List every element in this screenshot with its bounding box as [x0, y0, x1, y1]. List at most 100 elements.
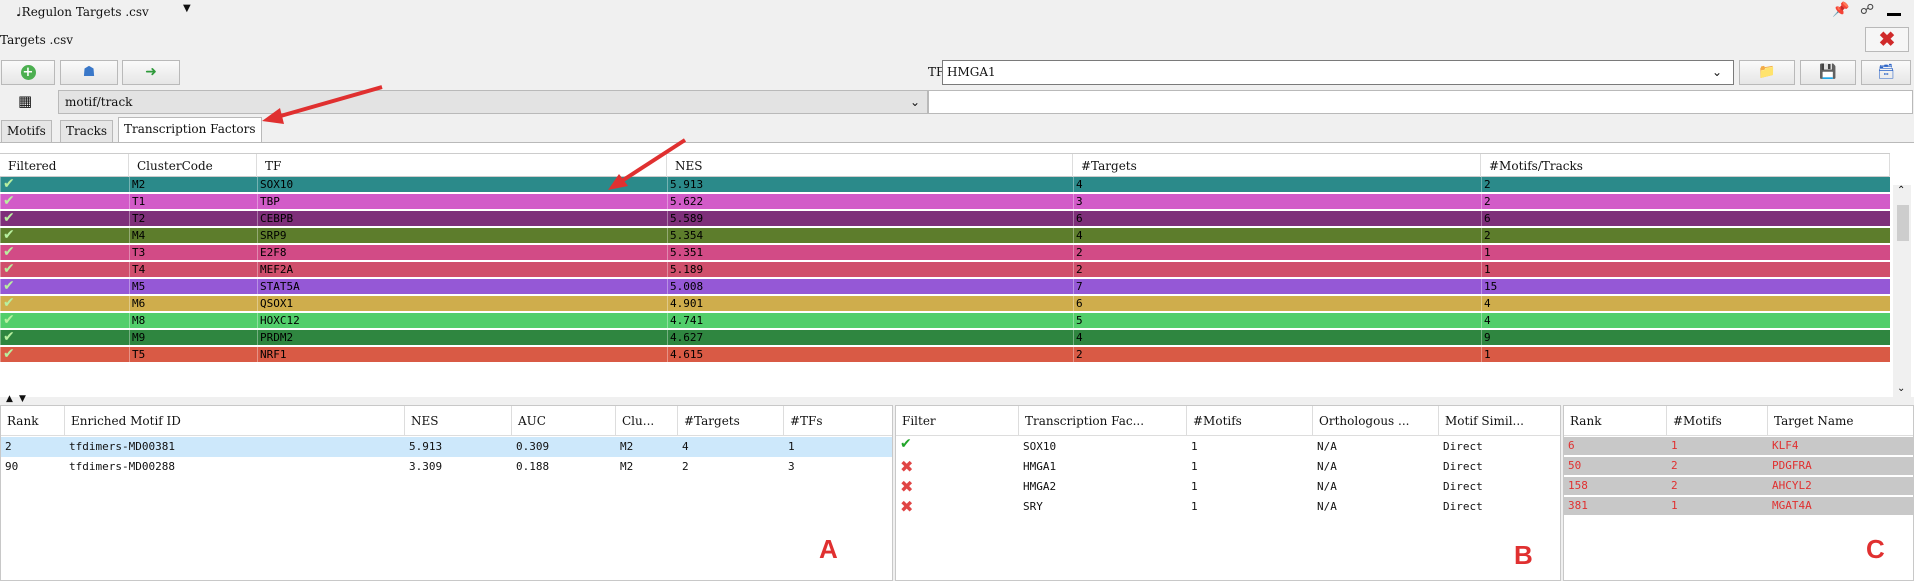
column-header-clustercode[interactable]: ClusterCode [129, 154, 257, 178]
splitter[interactable] [0, 397, 1914, 405]
minimize-icon[interactable] [1887, 4, 1901, 16]
cell-cluster: M8 [129, 313, 257, 329]
list-item[interactable]: ✖ HMGA1 1 N/A Direct [896, 457, 1560, 477]
table-row[interactable]: ✔ M9 PRDM2 4.627 4 9 [0, 330, 1890, 346]
tab-motifs[interactable]: Motifs [1, 120, 52, 142]
column-header-auc[interactable]: AUC [512, 406, 616, 436]
column-header-tfs[interactable]: #TFs [784, 406, 892, 436]
cell-cluster: M5 [129, 279, 257, 295]
cell-targets: 4 [1073, 177, 1481, 193]
tree-icon: ☗ [82, 64, 96, 80]
tab-transcription-factors[interactable]: Transcription Factors [118, 117, 262, 142]
scroll-down-icon[interactable]: ⌄ [1897, 383, 1905, 394]
check-icon[interactable]: ✔ [0, 347, 129, 363]
list-item[interactable]: 6 1 KLF4 [1564, 437, 1913, 455]
window-title[interactable]: ♩Regulon Targets .csv [16, 5, 149, 19]
list-item[interactable]: 90 tfdimers-MD00288 3.309 0.188 M2 2 3 [1, 457, 892, 477]
transcription-factor-table: Filtered ClusterCode TF NES #Targets #Mo… [0, 142, 1914, 397]
scroll-thumb[interactable] [1897, 205, 1909, 241]
column-header-transcription-factor[interactable]: Transcription Fac... [1019, 406, 1187, 436]
save-button[interactable]: 💾 [1800, 60, 1856, 85]
cell-rank: 381 [1568, 499, 1588, 512]
check-icon[interactable]: ✔ [0, 296, 129, 312]
check-icon[interactable]: ✔ [0, 211, 129, 227]
save-as-button[interactable]: 🗃 [1861, 60, 1911, 85]
scroll-up-icon[interactable]: ⌃ [1897, 185, 1905, 196]
check-icon[interactable]: ✔ [0, 245, 129, 261]
cell-rank: 2 [5, 440, 12, 453]
title-menu-arrow-icon[interactable]: ▼ [183, 3, 191, 14]
table-row[interactable]: ✔ T4 MEF2A 5.189 2 1 [0, 262, 1890, 278]
tf-select[interactable]: HMGA1 [942, 60, 1734, 85]
chevron-down-icon[interactable]: ⌄ [1712, 60, 1722, 85]
check-icon[interactable]: ✔ [0, 177, 129, 193]
cross-icon[interactable]: ✖ [896, 457, 913, 477]
column-header-target-name[interactable]: Target Name [1768, 406, 1913, 436]
column-header-motifs[interactable]: #Motifs [1187, 406, 1313, 436]
table-row[interactable]: ✔ M5 STAT5A 5.008 7 15 [0, 279, 1890, 295]
column-header-nes[interactable]: NES [405, 406, 512, 436]
pin-icon[interactable]: 📌 [1832, 2, 1849, 18]
check-icon[interactable]: ✔ [0, 330, 129, 346]
tree-button[interactable]: ☗ [60, 60, 118, 85]
list-item[interactable]: 381 1 MGAT4A [1564, 497, 1913, 515]
column-header-targets[interactable]: #Targets [1073, 154, 1481, 178]
table-row[interactable]: ✔ M2 SOX10 5.913 4 2 [0, 177, 1890, 193]
list-item[interactable]: ✖ SRY 1 N/A Direct [896, 497, 1560, 517]
check-icon[interactable]: ✔ [0, 262, 129, 278]
cell-nes: 5.189 [667, 262, 1073, 278]
check-icon[interactable]: ✔ [0, 228, 129, 244]
list-item[interactable]: 158 2 AHCYL2 [1564, 477, 1913, 495]
check-icon[interactable]: ✔ [896, 437, 912, 457]
list-item[interactable]: 50 2 PDGFRA [1564, 457, 1913, 475]
check-icon[interactable]: ✔ [0, 279, 129, 295]
table-row[interactable]: ✔ T3 E2F8 5.351 2 1 [0, 245, 1890, 261]
export-button[interactable]: ➜ [122, 60, 180, 85]
list-item[interactable]: ✔ SOX10 1 N/A Direct [896, 437, 1560, 457]
cell-motifs: 15 [1481, 279, 1890, 295]
chevron-down-icon[interactable]: ⌄ [910, 90, 920, 114]
table-row[interactable]: ✔ M6 QSOX1 4.901 6 4 [0, 296, 1890, 312]
motif-track-select[interactable]: motif/track [58, 90, 928, 114]
cell-motifs: 2 [1481, 228, 1890, 244]
column-header-cluster[interactable]: Clu... [616, 406, 678, 436]
save-icon: 💾 [1819, 64, 1837, 80]
collapse-down-icon[interactable]: ▼ [19, 394, 26, 404]
column-header-targets[interactable]: #Targets [678, 406, 784, 436]
cell-rank: 90 [5, 460, 19, 473]
table-row[interactable]: ✔ M4 SRP9 5.354 4 2 [0, 228, 1890, 244]
collapse-up-icon[interactable]: ▲ [6, 394, 13, 404]
cell-tfs: 1 [788, 440, 795, 453]
float-icon[interactable]: ☍ [1860, 2, 1874, 18]
table-row[interactable]: ✔ T1 TBP 5.622 3 2 [0, 194, 1890, 210]
add-button[interactable]: + [1, 60, 55, 85]
cell-rank: 6 [1568, 439, 1575, 452]
check-icon[interactable]: ✔ [0, 313, 129, 329]
list-item[interactable]: 2 tfdimers-MD00381 5.913 0.309 M2 4 1 [1, 437, 892, 457]
cell-target: MGAT4A [1772, 499, 1812, 512]
column-header-motifs[interactable]: #Motifs [1667, 406, 1768, 436]
column-header-orthologous[interactable]: Orthologous ... [1313, 406, 1439, 436]
column-header-motif-similarity[interactable]: Motif Simil... [1439, 406, 1560, 436]
table-row[interactable]: ✔ T2 CEBPB 5.589 6 6 [0, 211, 1890, 227]
export-icon: ➜ [145, 64, 157, 80]
table-row[interactable]: ✔ T5 NRF1 4.615 2 1 [0, 347, 1890, 363]
tab-tracks[interactable]: Tracks [60, 120, 114, 142]
column-header-tf[interactable]: TF [257, 154, 667, 178]
filter-input[interactable] [928, 90, 1913, 114]
table-row[interactable]: ✔ M8 HOXC12 4.741 5 4 [0, 313, 1890, 329]
open-folder-button[interactable]: 📁 [1739, 60, 1795, 85]
column-header-rank[interactable]: Rank [1, 406, 65, 436]
list-item[interactable]: ✖ HMGA2 1 N/A Direct [896, 477, 1560, 497]
column-header-enriched-motif-id[interactable]: Enriched Motif ID [65, 406, 405, 436]
column-header-filter[interactable]: Filter [896, 406, 1019, 436]
cross-icon[interactable]: ✖ [896, 497, 913, 517]
close-button[interactable]: ✖ [1865, 27, 1909, 52]
column-header-filtered[interactable]: Filtered [0, 154, 129, 178]
column-header-motifs-tracks[interactable]: #Motifs/Tracks [1481, 154, 1890, 178]
check-icon[interactable]: ✔ [0, 194, 129, 210]
cross-icon[interactable]: ✖ [896, 477, 913, 497]
column-header-nes[interactable]: NES [667, 154, 1073, 178]
cell-motifs: 1 [1481, 245, 1890, 261]
column-header-rank[interactable]: Rank [1564, 406, 1667, 436]
